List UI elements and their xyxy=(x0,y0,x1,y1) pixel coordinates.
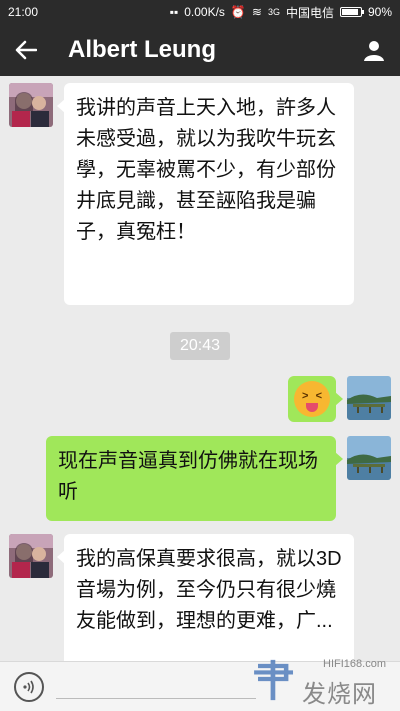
user-avatar[interactable] xyxy=(347,376,391,420)
contact-avatar[interactable] xyxy=(9,83,53,127)
message-text: 现在声音逼真到仿佛就在现场听 xyxy=(58,450,318,503)
watermark-logo: ⺺ xyxy=(252,657,295,706)
message-timestamp: 20:43 xyxy=(170,332,230,360)
squinting-tongue-face-icon: > < xyxy=(294,381,330,417)
signal-icon: ▪▪ xyxy=(169,5,179,19)
watermark-text: 发烧网 xyxy=(302,681,377,708)
user-avatar[interactable] xyxy=(347,436,391,480)
person-icon xyxy=(364,41,384,61)
voice-icon xyxy=(23,680,34,694)
status-time: 21:00 xyxy=(8,5,39,19)
message-text: 我的高保真要求很高，就以3D音場为例，至今仍只有很少燒友能做到，理想的更难，广.… xyxy=(76,548,342,632)
alarm-icon: ⏰ xyxy=(230,5,246,19)
profile-button[interactable] xyxy=(348,24,400,76)
message-list[interactable]: 我讲的声音上天入地，許多人未感受過，就以为我吹牛玩玄學，无辜被罵不少，有少部份井… xyxy=(0,76,400,661)
wifi-icon: ≋ xyxy=(251,5,262,19)
network-type: 3G xyxy=(267,7,280,17)
message-input[interactable] xyxy=(56,698,256,699)
message-bubble-outgoing[interactable]: 现在声音逼真到仿佛就在现场听 xyxy=(46,436,343,521)
battery-percent: 90% xyxy=(367,5,392,19)
back-button[interactable] xyxy=(0,24,52,76)
arrow-left-icon xyxy=(15,40,37,60)
network-speed: 0.00K/s xyxy=(184,5,225,19)
status-bar: 21:00 ▪▪ 0.00K/s ⏰ ≋ 3G 中国电信 90% xyxy=(0,0,400,24)
watermark-url: HIFI168.com xyxy=(323,658,386,670)
chat-title: Albert Leung xyxy=(68,36,216,63)
message-bubble-outgoing[interactable]: > < xyxy=(288,376,343,422)
chat-header: Albert Leung xyxy=(0,24,400,76)
message-bubble-incoming[interactable]: 我讲的声音上天入地，許多人未感受過，就以为我吹牛玩玄學，无辜被罵不少，有少部份井… xyxy=(57,83,354,305)
voice-button[interactable] xyxy=(14,672,44,702)
battery-icon xyxy=(339,7,364,17)
contact-avatar[interactable] xyxy=(9,534,53,578)
carrier-label: 中国电信 xyxy=(285,5,334,20)
watermark: ⺺ HIFI168.com 发烧网 xyxy=(250,640,400,711)
message-text: 我讲的声音上天入地，許多人未感受過，就以为我吹牛玩玄學，无辜被罵不少，有少部份井… xyxy=(76,97,336,243)
